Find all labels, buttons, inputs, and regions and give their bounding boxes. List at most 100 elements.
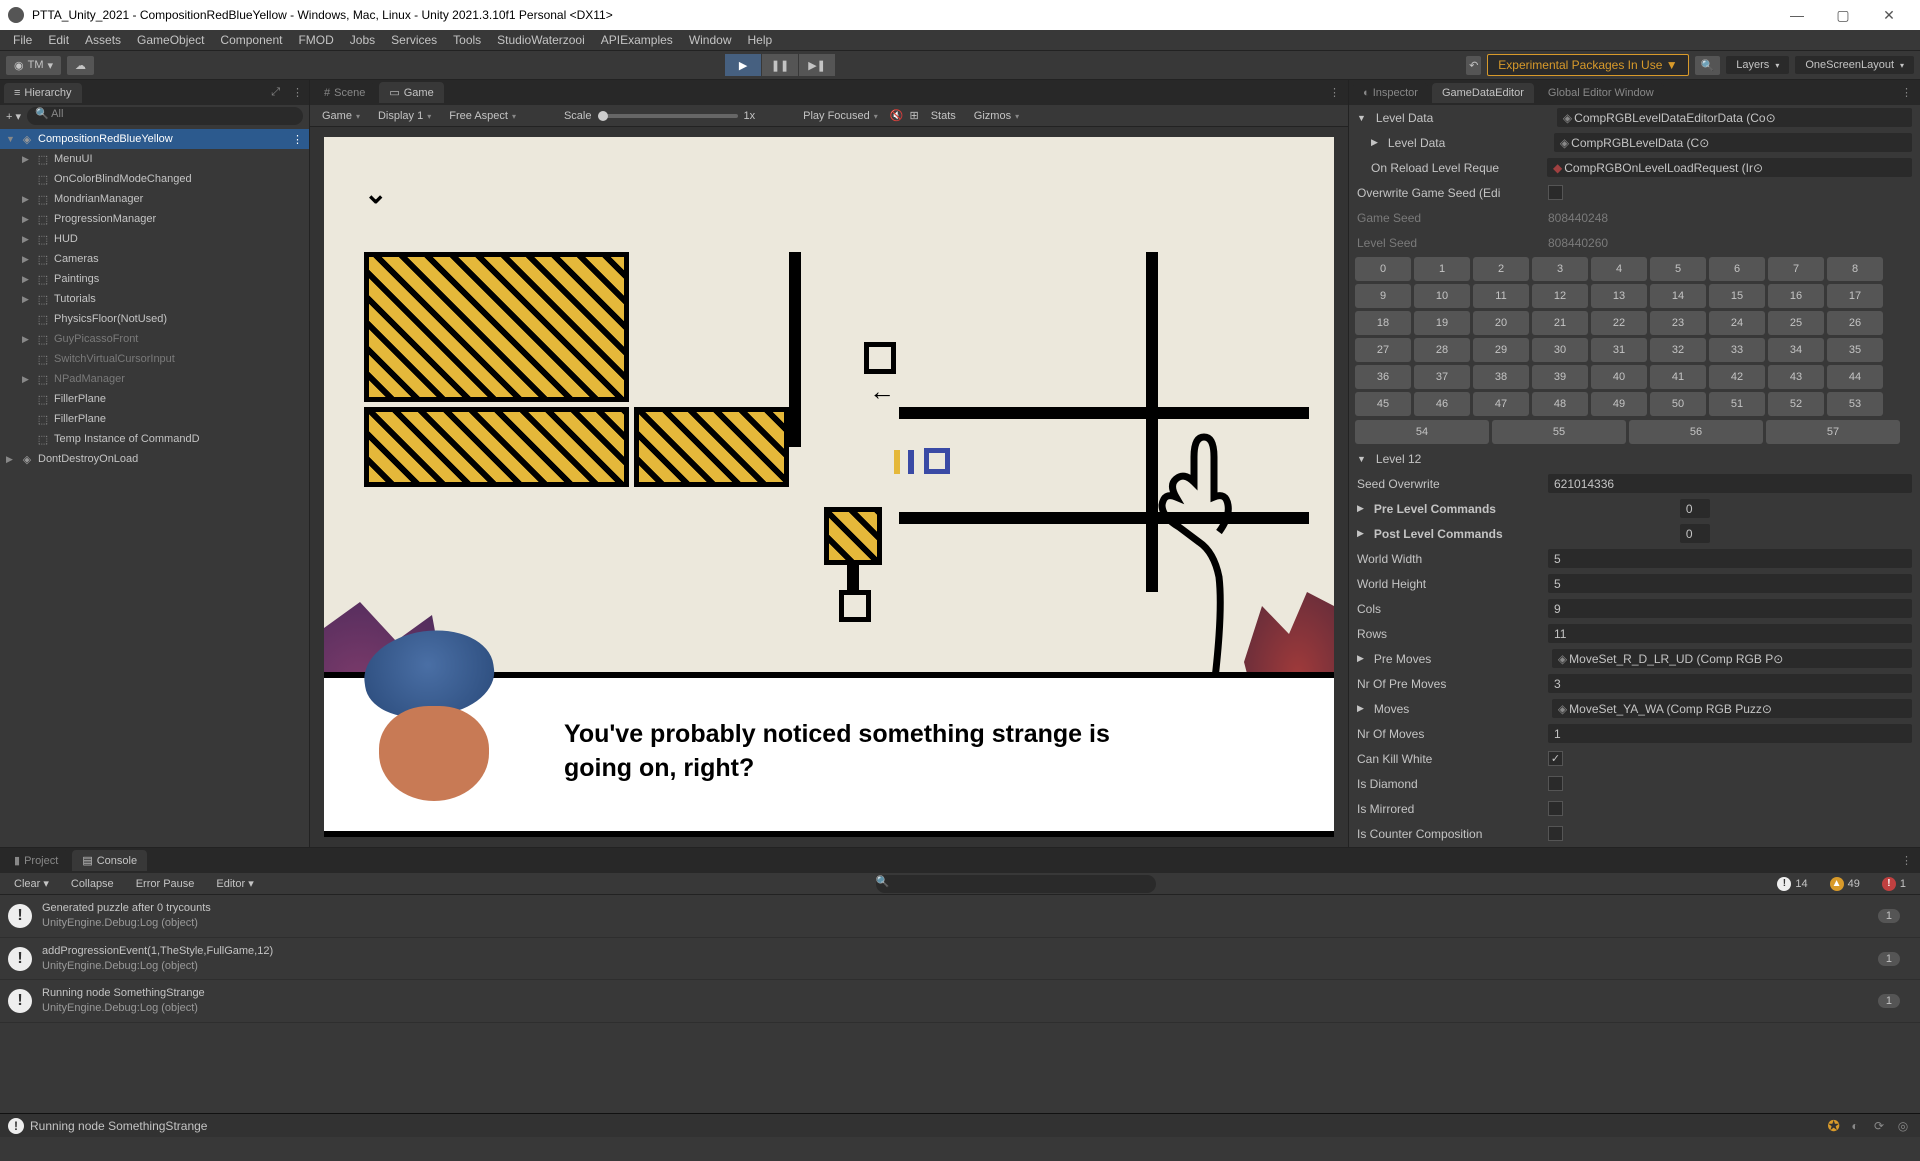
- inspector-tab-0[interactable]: ◐ Inspector: [1353, 83, 1428, 103]
- level-num-38[interactable]: 38: [1473, 365, 1529, 389]
- level-num-31[interactable]: 31: [1591, 338, 1647, 362]
- hierarchy-search[interactable]: 🔍 All: [27, 107, 303, 125]
- world-width-field[interactable]: 5: [1548, 549, 1912, 568]
- hierarchy-item[interactable]: ▶⬚Tutorials: [0, 289, 309, 309]
- seed-overwrite-row[interactable]: Seed Overwrite 621014336: [1349, 471, 1920, 496]
- stats-button[interactable]: Stats: [925, 108, 962, 124]
- status-icon-3[interactable]: ◎: [1894, 1117, 1912, 1135]
- hierarchy-item[interactable]: ▶⬚ProgressionManager: [0, 209, 309, 229]
- level-num-20[interactable]: 20: [1473, 311, 1529, 335]
- clear-button[interactable]: Clear ▾: [6, 875, 57, 892]
- is-counter-checkbox[interactable]: [1548, 826, 1563, 841]
- level-num-24[interactable]: 24: [1709, 311, 1765, 335]
- level-num-16[interactable]: 16: [1768, 284, 1824, 308]
- hierarchy-item[interactable]: ▶⬚MenuUI: [0, 149, 309, 169]
- info-counter[interactable]: !14: [1769, 875, 1815, 893]
- is-mirrored-checkbox[interactable]: [1548, 801, 1563, 816]
- inspector-tab-1[interactable]: GameDataEditor: [1432, 83, 1534, 103]
- play-button[interactable]: ▶: [725, 54, 761, 76]
- level-num-21[interactable]: 21: [1532, 311, 1588, 335]
- level-num-45[interactable]: 45: [1355, 392, 1411, 416]
- level-num-19[interactable]: 19: [1414, 311, 1470, 335]
- status-icon-2[interactable]: ⟳: [1870, 1117, 1888, 1135]
- overwrite-seed-row[interactable]: Overwrite Game Seed (Edi: [1349, 180, 1920, 205]
- console-entry[interactable]: !Running node SomethingStrangeUnityEngin…: [0, 980, 1920, 1023]
- play-focused-dd[interactable]: Play Focused▾: [797, 108, 884, 124]
- level-num-44[interactable]: 44: [1827, 365, 1883, 389]
- level-num-37[interactable]: 37: [1414, 365, 1470, 389]
- is-diamond-checkbox[interactable]: [1548, 776, 1563, 791]
- error-counter[interactable]: !1: [1874, 875, 1914, 893]
- menu-window[interactable]: Window: [682, 31, 739, 49]
- level-num-18[interactable]: 18: [1355, 311, 1411, 335]
- level-num-30[interactable]: 30: [1532, 338, 1588, 362]
- level-num-1[interactable]: 1: [1414, 257, 1470, 281]
- menu-jobs[interactable]: Jobs: [343, 31, 382, 49]
- layout-dropdown[interactable]: OneScreenLayout ▾: [1795, 56, 1914, 74]
- level-num-50[interactable]: 50: [1650, 392, 1706, 416]
- level-num-35[interactable]: 35: [1827, 338, 1883, 362]
- level-num-27[interactable]: 27: [1355, 338, 1411, 362]
- level-num-55[interactable]: 55: [1492, 420, 1626, 444]
- cloud-button[interactable]: ☁: [67, 56, 94, 75]
- menu-gameobject[interactable]: GameObject: [130, 31, 211, 49]
- level-num-29[interactable]: 29: [1473, 338, 1529, 362]
- game-dd[interactable]: Game▾: [316, 108, 366, 124]
- display-dd[interactable]: Display 1▾: [372, 108, 437, 124]
- add-button[interactable]: + ▾: [6, 110, 21, 123]
- editor-dd[interactable]: Editor ▾: [208, 875, 261, 892]
- level-num-54[interactable]: 54: [1355, 420, 1489, 444]
- level-num-7[interactable]: 7: [1768, 257, 1824, 281]
- menu-tools[interactable]: Tools: [446, 31, 488, 49]
- search-button[interactable]: 🔍: [1695, 56, 1721, 75]
- pause-button[interactable]: ❚❚: [762, 54, 798, 76]
- level-data-row[interactable]: ▶ Level Data ◈CompRGBLevelData (C ⊙: [1349, 130, 1920, 155]
- level-num-42[interactable]: 42: [1709, 365, 1765, 389]
- level-num-28[interactable]: 28: [1414, 338, 1470, 362]
- step-button[interactable]: ▶❚: [799, 54, 835, 76]
- hierarchy-item[interactable]: ▶⬚GuyPicassoFront: [0, 329, 309, 349]
- inspector-tab-2[interactable]: Global Editor Window: [1538, 83, 1664, 103]
- mute-button[interactable]: 🔇: [890, 109, 904, 122]
- cloud-account-button[interactable]: ◉ TM ▾: [6, 56, 61, 75]
- scene-tab[interactable]: # Scene: [314, 83, 375, 103]
- game-view[interactable]: ⌄ ←: [310, 127, 1348, 847]
- error-pause-button[interactable]: Error Pause: [128, 876, 203, 892]
- level-num-32[interactable]: 32: [1650, 338, 1706, 362]
- level-num-6[interactable]: 6: [1709, 257, 1765, 281]
- level-num-48[interactable]: 48: [1532, 392, 1588, 416]
- bottom-menu-icon[interactable]: ⋮: [1893, 854, 1920, 867]
- hierarchy-item[interactable]: ⬚SwitchVirtualCursorInput: [0, 349, 309, 369]
- hierarchy-menu-icon[interactable]: ⋮: [286, 86, 309, 99]
- pre-cmds-row[interactable]: ▶ Pre Level Commands 0: [1349, 496, 1920, 521]
- level-n-row[interactable]: ▼Level 12: [1349, 446, 1920, 471]
- level-num-17[interactable]: 17: [1827, 284, 1883, 308]
- post-cmds-row[interactable]: ▶ Post Level Commands 0: [1349, 521, 1920, 546]
- warn-counter[interactable]: ▲49: [1822, 875, 1868, 893]
- hierarchy-item[interactable]: ▼◈CompositionRedBlueYellow⋮: [0, 129, 309, 149]
- console-tab[interactable]: ▤ Console: [72, 850, 147, 871]
- hierarchy-tab[interactable]: ≡ Hierarchy: [4, 83, 82, 103]
- level-num-43[interactable]: 43: [1768, 365, 1824, 389]
- console-entry[interactable]: !addProgressionEvent(1,TheStyle,FullGame…: [0, 938, 1920, 981]
- rows-field[interactable]: 11: [1548, 624, 1912, 643]
- level-num-23[interactable]: 23: [1650, 311, 1706, 335]
- gizmos-dd[interactable]: Gizmos▾: [968, 108, 1025, 124]
- on-reload-row[interactable]: On Reload Level Reque ◆CompRGBOnLevelLoa…: [1349, 155, 1920, 180]
- nr-moves-field[interactable]: 1: [1548, 724, 1912, 743]
- center-menu-icon[interactable]: ⋮: [1321, 86, 1348, 99]
- debug-bug-icon[interactable]: ✪: [1827, 1117, 1840, 1135]
- level-num-36[interactable]: 36: [1355, 365, 1411, 389]
- frame-debugger-button[interactable]: ⊞: [910, 109, 919, 122]
- level-num-22[interactable]: 22: [1591, 311, 1647, 335]
- hierarchy-item[interactable]: ▶⬚NPadManager: [0, 369, 309, 389]
- close-button[interactable]: ✕: [1866, 0, 1912, 30]
- scale-slider[interactable]: [598, 114, 738, 118]
- layers-dropdown[interactable]: Layers ▾: [1726, 56, 1789, 74]
- game-tab[interactable]: ▭ Game: [379, 82, 443, 103]
- level-num-9[interactable]: 9: [1355, 284, 1411, 308]
- hierarchy-item[interactable]: ▶⬚Paintings: [0, 269, 309, 289]
- level-num-10[interactable]: 10: [1414, 284, 1470, 308]
- hierarchy-item[interactable]: ▶⬚MondrianManager: [0, 189, 309, 209]
- hierarchy-item[interactable]: ⬚Temp Instance of CommandD: [0, 429, 309, 449]
